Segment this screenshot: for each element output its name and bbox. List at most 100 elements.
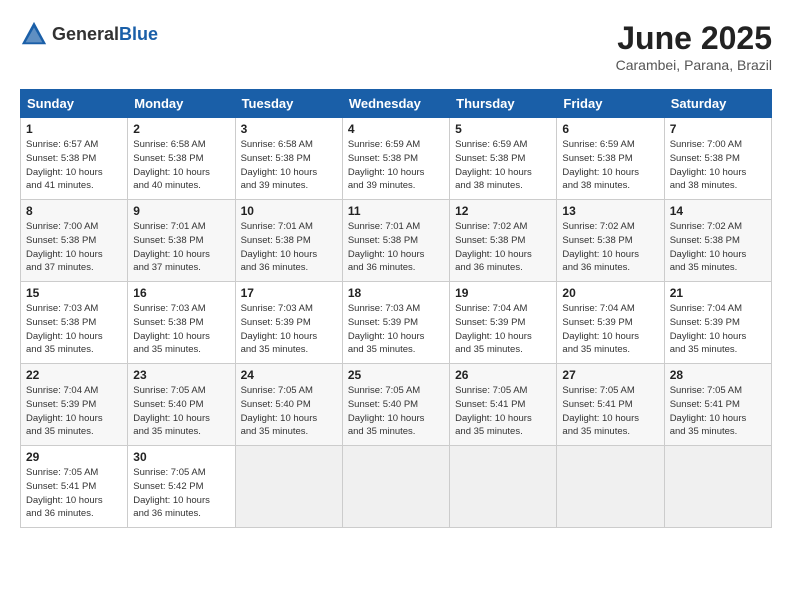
header-sunday: Sunday (21, 90, 128, 118)
day-detail: Sunrise: 6:59 AM Sunset: 5:38 PM Dayligh… (348, 138, 444, 193)
calendar-day: 2 Sunrise: 6:58 AM Sunset: 5:38 PM Daylig… (128, 118, 235, 200)
day-number: 9 (133, 204, 229, 218)
calendar-day: 9 Sunrise: 7:01 AM Sunset: 5:38 PM Daylig… (128, 200, 235, 282)
day-number: 29 (26, 450, 122, 464)
calendar-day: 4 Sunrise: 6:59 AM Sunset: 5:38 PM Daylig… (342, 118, 449, 200)
day-number: 13 (562, 204, 658, 218)
day-number: 21 (670, 286, 766, 300)
calendar-day: 22Sunrise: 7:04 AM Sunset: 5:39 PM Dayli… (21, 364, 128, 446)
day-detail: Sunrise: 6:58 AM Sunset: 5:38 PM Dayligh… (241, 138, 337, 193)
header-tuesday: Tuesday (235, 90, 342, 118)
day-number: 30 (133, 450, 229, 464)
calendar-week-4: 22Sunrise: 7:04 AM Sunset: 5:39 PM Dayli… (21, 364, 772, 446)
day-number: 10 (241, 204, 337, 218)
day-detail: Sunrise: 7:04 AM Sunset: 5:39 PM Dayligh… (670, 302, 766, 357)
day-detail: Sunrise: 7:05 AM Sunset: 5:40 PM Dayligh… (133, 384, 229, 439)
day-detail: Sunrise: 7:00 AM Sunset: 5:38 PM Dayligh… (670, 138, 766, 193)
day-detail: Sunrise: 7:03 AM Sunset: 5:38 PM Dayligh… (133, 302, 229, 357)
day-detail: Sunrise: 7:00 AM Sunset: 5:38 PM Dayligh… (26, 220, 122, 275)
calendar-body: 1 Sunrise: 6:57 AM Sunset: 5:38 PM Daylig… (21, 118, 772, 528)
calendar-day (235, 446, 342, 528)
day-detail: Sunrise: 7:01 AM Sunset: 5:38 PM Dayligh… (241, 220, 337, 275)
calendar-day: 17 Sunrise: 7:03 AM Sunset: 5:39 PM Dayli… (235, 282, 342, 364)
day-detail: Sunrise: 7:03 AM Sunset: 5:39 PM Dayligh… (241, 302, 337, 357)
day-detail: Sunrise: 7:05 AM Sunset: 5:41 PM Dayligh… (670, 384, 766, 439)
day-detail: Sunrise: 7:04 AM Sunset: 5:39 PM Dayligh… (455, 302, 551, 357)
calendar-day: 18 Sunrise: 7:03 AM Sunset: 5:39 PM Dayli… (342, 282, 449, 364)
header-saturday: Saturday (664, 90, 771, 118)
location: Carambei, Parana, Brazil (616, 57, 772, 73)
day-number: 14 (670, 204, 766, 218)
calendar-week-3: 15 Sunrise: 7:03 AM Sunset: 5:38 PM Dayli… (21, 282, 772, 364)
calendar-day: 30 Sunrise: 7:05 AM Sunset: 5:42 PM Dayli… (128, 446, 235, 528)
calendar-day: 7 Sunrise: 7:00 AM Sunset: 5:38 PM Daylig… (664, 118, 771, 200)
day-detail: Sunrise: 7:05 AM Sunset: 5:41 PM Dayligh… (562, 384, 658, 439)
day-number: 19 (455, 286, 551, 300)
day-detail: Sunrise: 6:58 AM Sunset: 5:38 PM Dayligh… (133, 138, 229, 193)
day-number: 15 (26, 286, 122, 300)
day-number: 2 (133, 122, 229, 136)
day-detail: Sunrise: 7:01 AM Sunset: 5:38 PM Dayligh… (133, 220, 229, 275)
day-number: 16 (133, 286, 229, 300)
calendar-day: 3 Sunrise: 6:58 AM Sunset: 5:38 PM Daylig… (235, 118, 342, 200)
day-number: 17 (241, 286, 337, 300)
calendar-day: 20Sunrise: 7:04 AM Sunset: 5:39 PM Dayli… (557, 282, 664, 364)
calendar-day: 24 Sunrise: 7:05 AM Sunset: 5:40 PM Dayli… (235, 364, 342, 446)
month-title: June 2025 (616, 20, 772, 57)
day-detail: Sunrise: 7:05 AM Sunset: 5:42 PM Dayligh… (133, 466, 229, 521)
calendar-day: 14 Sunrise: 7:02 AM Sunset: 5:38 PM Dayli… (664, 200, 771, 282)
day-number: 22 (26, 368, 122, 382)
day-number: 24 (241, 368, 337, 382)
day-detail: Sunrise: 7:05 AM Sunset: 5:41 PM Dayligh… (455, 384, 551, 439)
title-block: June 2025 Carambei, Parana, Brazil (616, 20, 772, 73)
header-monday: Monday (128, 90, 235, 118)
day-detail: Sunrise: 7:03 AM Sunset: 5:38 PM Dayligh… (26, 302, 122, 357)
day-number: 11 (348, 204, 444, 218)
day-detail: Sunrise: 7:05 AM Sunset: 5:40 PM Dayligh… (348, 384, 444, 439)
day-detail: Sunrise: 6:57 AM Sunset: 5:38 PM Dayligh… (26, 138, 122, 193)
day-number: 28 (670, 368, 766, 382)
day-number: 4 (348, 122, 444, 136)
calendar-day: 19 Sunrise: 7:04 AM Sunset: 5:39 PM Dayli… (450, 282, 557, 364)
day-detail: Sunrise: 7:02 AM Sunset: 5:38 PM Dayligh… (562, 220, 658, 275)
calendar-day: 26 Sunrise: 7:05 AM Sunset: 5:41 PM Dayli… (450, 364, 557, 446)
calendar-header-row: SundayMondayTuesdayWednesdayThursdayFrid… (21, 90, 772, 118)
calendar-day: 11 Sunrise: 7:01 AM Sunset: 5:38 PM Dayli… (342, 200, 449, 282)
calendar-day: 10 Sunrise: 7:01 AM Sunset: 5:38 PM Dayli… (235, 200, 342, 282)
day-detail: Sunrise: 6:59 AM Sunset: 5:38 PM Dayligh… (455, 138, 551, 193)
calendar-day: 1 Sunrise: 6:57 AM Sunset: 5:38 PM Daylig… (21, 118, 128, 200)
logo-blue: Blue (119, 24, 158, 44)
day-number: 25 (348, 368, 444, 382)
day-number: 26 (455, 368, 551, 382)
day-number: 3 (241, 122, 337, 136)
calendar-day: 5 Sunrise: 6:59 AM Sunset: 5:38 PM Daylig… (450, 118, 557, 200)
day-number: 1 (26, 122, 122, 136)
day-number: 7 (670, 122, 766, 136)
calendar-day: 25 Sunrise: 7:05 AM Sunset: 5:40 PM Dayli… (342, 364, 449, 446)
calendar-day: 23Sunrise: 7:05 AM Sunset: 5:40 PM Dayli… (128, 364, 235, 446)
page-header: GeneralBlue June 2025 Carambei, Parana, … (20, 20, 772, 73)
day-detail: Sunrise: 7:02 AM Sunset: 5:38 PM Dayligh… (455, 220, 551, 275)
day-number: 5 (455, 122, 551, 136)
day-detail: Sunrise: 7:05 AM Sunset: 5:40 PM Dayligh… (241, 384, 337, 439)
calendar-day: 27 Sunrise: 7:05 AM Sunset: 5:41 PM Dayli… (557, 364, 664, 446)
header-friday: Friday (557, 90, 664, 118)
day-detail: Sunrise: 7:02 AM Sunset: 5:38 PM Dayligh… (670, 220, 766, 275)
day-detail: Sunrise: 6:59 AM Sunset: 5:38 PM Dayligh… (562, 138, 658, 193)
calendar-day: 21 Sunrise: 7:04 AM Sunset: 5:39 PM Dayli… (664, 282, 771, 364)
calendar-day (664, 446, 771, 528)
day-detail: Sunrise: 7:03 AM Sunset: 5:39 PM Dayligh… (348, 302, 444, 357)
logo: GeneralBlue (20, 20, 158, 48)
day-number: 27 (562, 368, 658, 382)
day-number: 6 (562, 122, 658, 136)
calendar-day: 6 Sunrise: 6:59 AM Sunset: 5:38 PM Daylig… (557, 118, 664, 200)
calendar-day: 28 Sunrise: 7:05 AM Sunset: 5:41 PM Dayli… (664, 364, 771, 446)
calendar-day: 13 Sunrise: 7:02 AM Sunset: 5:38 PM Dayli… (557, 200, 664, 282)
header-thursday: Thursday (450, 90, 557, 118)
day-detail: Sunrise: 7:01 AM Sunset: 5:38 PM Dayligh… (348, 220, 444, 275)
day-number: 18 (348, 286, 444, 300)
calendar-week-2: 8Sunrise: 7:00 AM Sunset: 5:38 PM Daylig… (21, 200, 772, 282)
calendar-day: 12Sunrise: 7:02 AM Sunset: 5:38 PM Dayli… (450, 200, 557, 282)
day-detail: Sunrise: 7:05 AM Sunset: 5:41 PM Dayligh… (26, 466, 122, 521)
calendar-day (450, 446, 557, 528)
